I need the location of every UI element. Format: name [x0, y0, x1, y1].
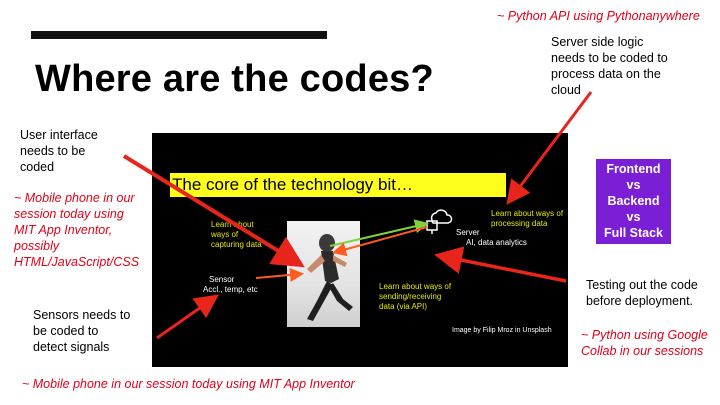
runner-photo: [287, 221, 360, 327]
capture-label: Learn about ways of capturing data: [211, 220, 262, 249]
testing-detail-note: ~ Python using Google Collab in our sessi…: [581, 328, 708, 358]
sensor-label: Sensor Accl., temp, etc: [203, 275, 258, 294]
bottom-note: ~ Mobile phone in our session today usin…: [22, 377, 355, 391]
sensor-note: Sensors needs to be coded to detect signal…: [33, 308, 131, 354]
testing-note: Testing out the code before deployment.: [586, 278, 698, 308]
cloud-server-icon: [424, 206, 454, 241]
core-technology-banner: The core of the technology bit…: [170, 173, 506, 197]
image-credit: Image by Filip Mroz in Unsplash: [452, 327, 552, 334]
server-label: Server AI, data analytics: [456, 228, 527, 247]
server-logic-note: Server side logic needs to be coded to pr…: [551, 35, 668, 97]
ui-detail-note: ~ Mobile phone in our session today using…: [14, 191, 140, 269]
ui-note: User interface needs to be coded: [20, 128, 98, 174]
sending-label: Learn about ways of sending/receiving data…: [379, 282, 452, 311]
stack-comparison-box: Frontend vs Backend vs Full Stack: [596, 159, 671, 244]
python-api-note: ~ Python API using Pythonanywhere: [497, 9, 700, 23]
slide-title: Where are the codes?: [35, 58, 434, 100]
processing-label: Learn about ways of processing data: [491, 209, 564, 228]
title-accent-bar: [31, 31, 327, 39]
